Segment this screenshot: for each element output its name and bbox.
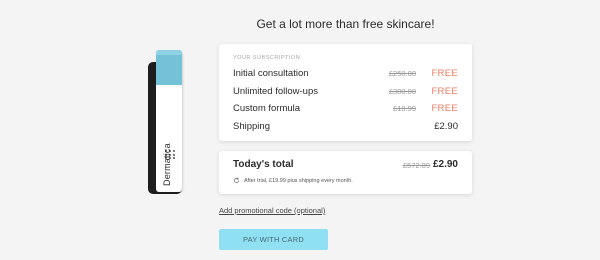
product-brand-label: Dermatica	[162, 143, 172, 186]
item-label: Unlimited follow-ups	[233, 86, 319, 97]
product-image: Dermatica	[138, 48, 196, 198]
item-label: Custom formula	[233, 103, 301, 114]
subscription-title: YOUR SUBSCRIPTION	[233, 55, 301, 61]
total-card: Today's total £572.89 £2.90 After trial,…	[219, 151, 472, 194]
page-headline: Get a lot more than free skincare!	[256, 17, 435, 31]
trial-note: After trial, £19.99 plus shipping every …	[233, 177, 353, 184]
pay-with-card-button[interactable]: PAY WITH CARD	[219, 229, 328, 250]
subscription-row: Unlimited follow-ups £300.00 FREE	[233, 85, 458, 99]
refresh-icon	[234, 177, 239, 183]
subscription-row: Initial consultation £250.00 FREE	[233, 67, 458, 81]
shipping-label: Shipping	[233, 121, 270, 132]
item-price: FREE	[431, 68, 458, 79]
item-old-price: £19.99	[393, 104, 416, 113]
trial-note-text: After trial, £19.99 plus shipping every …	[244, 177, 353, 184]
tube-cap	[156, 51, 182, 85]
item-price: FREE	[431, 103, 458, 114]
total-label: Today's total	[233, 159, 294, 170]
subscription-card: YOUR SUBSCRIPTION Initial consultation £…	[219, 44, 472, 141]
item-label: Initial consultation	[233, 68, 309, 79]
subscription-row: Custom formula £19.99 FREE	[233, 102, 458, 116]
tube-cap-top	[156, 50, 182, 55]
item-price: FREE	[431, 86, 458, 97]
item-old-price: £250.00	[388, 69, 416, 78]
total-old-price: £572.89	[402, 161, 430, 170]
add-promo-code-link[interactable]: Add promotional code (optional)	[219, 206, 325, 215]
item-old-price: £300.00	[388, 87, 416, 96]
shipping-price: £2.90	[434, 121, 458, 132]
shipping-row: Shipping £2.90	[233, 120, 458, 134]
total-price: £2.90	[432, 159, 458, 170]
